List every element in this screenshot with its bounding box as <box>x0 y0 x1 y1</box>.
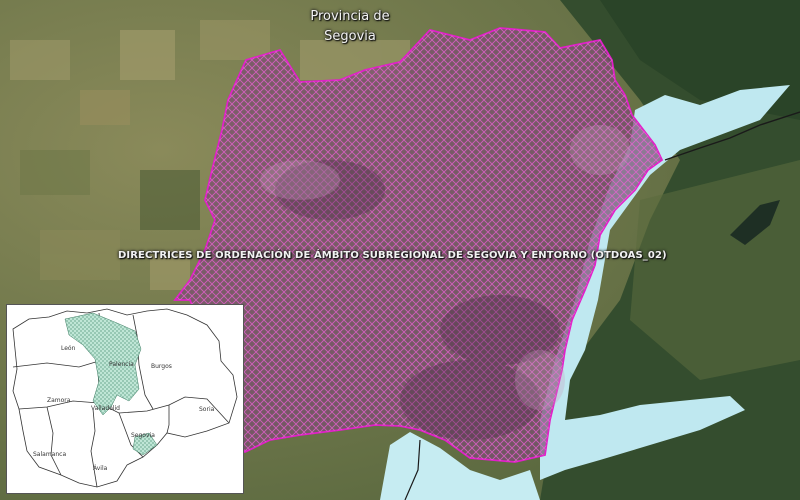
castilla-leon-outline <box>12 308 238 488</box>
zone-label: DIRECTRICES DE ORDENACIÓN DE ÁMBITO SUBR… <box>118 250 667 261</box>
inset-label-burgos: Burgos <box>151 363 172 370</box>
map-view[interactable]: Provincia de Segovia DIRECTRICES DE ORDE… <box>0 0 800 500</box>
inset-label-leon: León <box>61 345 76 352</box>
inset-label-valladolid: Valladolid <box>91 405 120 412</box>
inset-label-avila: Ávila <box>93 465 108 472</box>
inset-label-salamanca: Salamanca <box>33 451 67 458</box>
inset-label-segovia: Segovia <box>131 432 155 439</box>
inset-label-zamora: Zamora <box>47 397 71 404</box>
inset-label-soria: Soria <box>199 406 215 413</box>
locator-inset-map: León Palencia Burgos Zamora Valladolid S… <box>6 304 244 494</box>
province-label: Provincia de Segovia <box>310 9 390 44</box>
inset-label-palencia: Palencia <box>109 361 134 368</box>
